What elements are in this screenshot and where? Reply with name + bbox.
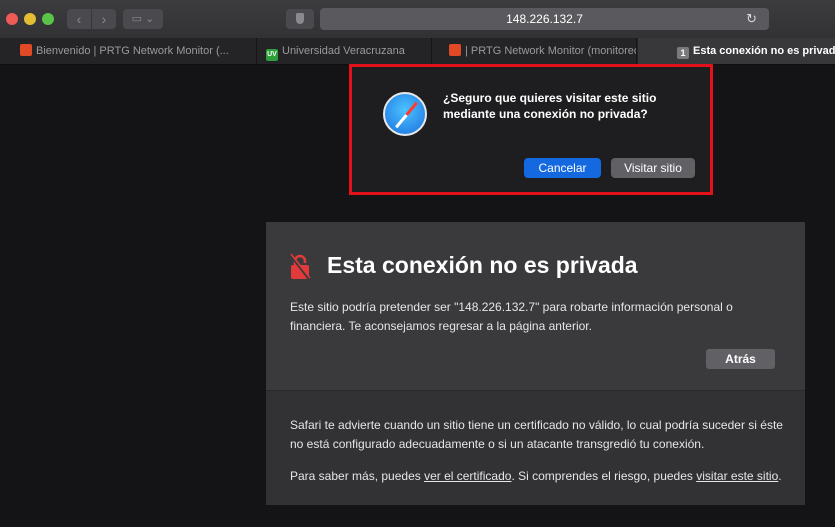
back-to-safety-button[interactable]: Atrás: [706, 349, 775, 369]
safari-compass-icon: [383, 92, 427, 136]
prtg-favicon-icon: [449, 44, 461, 56]
visit-site-link[interactable]: visitar este sitio: [696, 469, 778, 483]
window-toolbar: ‹ › ▭ ⌄ 148.226.132.7 ↻: [0, 0, 835, 39]
privacy-shield-icon[interactable]: [286, 9, 314, 29]
tab-label: Universidad Veracruzana: [282, 45, 405, 57]
tab-bar: Bienvenido | PRTG Network Monitor (... U…: [0, 38, 835, 65]
uv-favicon-icon: UV: [266, 49, 278, 61]
more-info-text: Para saber más, puedes ver el certificad…: [290, 467, 790, 486]
view-certificate-link[interactable]: ver el certificado: [424, 469, 511, 483]
more-info-suffix: .: [778, 469, 782, 483]
tab-universidad-veracruzana[interactable]: UV Universidad Veracruzana: [258, 38, 432, 64]
back-button[interactable]: ‹: [67, 9, 91, 29]
warning-title: Esta conexión no es privada: [327, 252, 638, 278]
tab-prtg-welcome[interactable]: Bienvenido | PRTG Network Monitor (...: [0, 38, 257, 64]
tab-label: | PRTG Network Monitor (monitoreo...: [465, 45, 637, 57]
zoom-window-button[interactable]: [42, 13, 54, 25]
url-text: 148.226.132.7: [506, 12, 583, 26]
cancel-button[interactable]: Cancelar: [524, 158, 601, 178]
divider: [266, 390, 805, 391]
prtg-favicon-icon: [20, 44, 32, 56]
forward-button[interactable]: ›: [92, 9, 116, 29]
safari-info-text: Safari te advierte cuando un sitio tiene…: [290, 418, 783, 451]
reload-icon[interactable]: ↻: [746, 8, 757, 30]
warning-body: Este sitio podría pretender ser "148.226…: [290, 300, 733, 333]
sidebar-button[interactable]: ▭ ⌄: [123, 9, 163, 29]
close-window-button[interactable]: [6, 13, 18, 25]
compass-needle: [395, 101, 418, 129]
tab-prtg-monitoreo[interactable]: | PRTG Network Monitor (monitoreo...: [433, 38, 637, 64]
tab-label: Bienvenido | PRTG Network Monitor (...: [36, 45, 229, 57]
address-bar[interactable]: 148.226.132.7 ↻: [320, 8, 769, 30]
broken-lock-icon: [289, 253, 311, 281]
tab-esta-conexion[interactable]: 1 Esta conexión no es privada: [638, 38, 835, 64]
warning-favicon-icon: 1: [677, 47, 689, 59]
tab-label: Esta conexión no es privada: [693, 45, 835, 57]
visit-site-button[interactable]: Visitar sitio: [611, 158, 695, 178]
more-info-middle: . Si comprendes el riesgo, puedes: [511, 469, 697, 483]
more-info-prefix: Para saber más, puedes: [290, 469, 425, 483]
confirm-message: ¿Seguro que quieres visitar este sitio m…: [443, 91, 657, 121]
minimize-window-button[interactable]: [24, 13, 36, 25]
